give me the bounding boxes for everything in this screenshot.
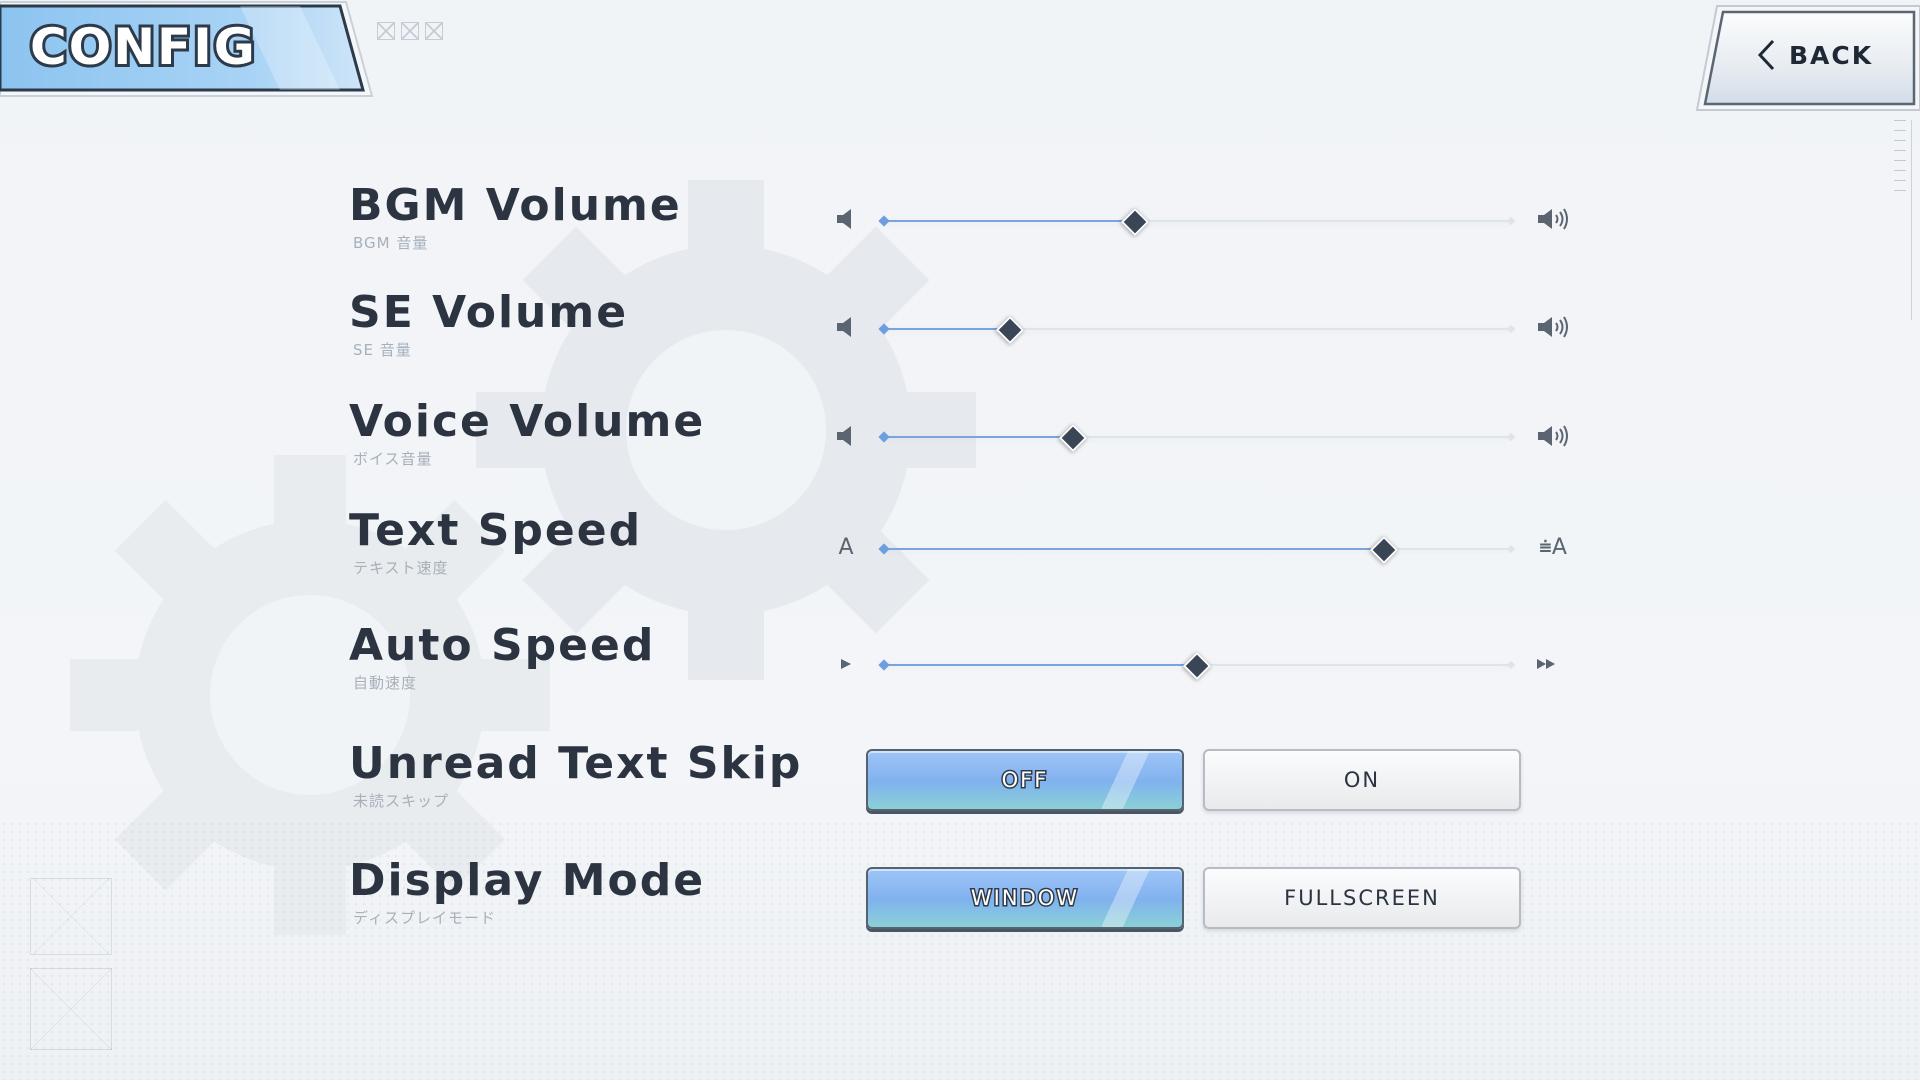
se-volume-slider[interactable] [878,314,1516,345]
se-volume-label: SE Volume SE 音量 [349,287,628,360]
display-mode-label: Display Mode ディスプレイモード [349,855,705,928]
setting-label: SE Volume [349,287,629,338]
ruler-deco [1894,120,1906,200]
setting-sublabel: SE 音量 [353,341,412,359]
slider-start-marker [878,659,890,671]
slider-start-marker [878,323,890,335]
setting-label: Display Mode [349,855,706,906]
chevron-left-icon [1757,39,1775,71]
slider-handle[interactable] [1182,651,1212,681]
toggle-label: ON [1343,768,1381,792]
slider-fill [884,548,1382,550]
speaker-loud-icon [1533,201,1573,237]
ruler-line-deco [1911,120,1912,320]
window-control-icon [425,22,443,40]
fullscreen-mode-button[interactable]: FULLSCREEN [1203,867,1521,929]
unread-skip-on-button[interactable]: ON [1203,749,1521,811]
slider-end-marker [1506,324,1516,334]
setting-sublabel: テキスト速度 [353,559,449,577]
auto-speed-label: Auto Speed 自動速度 [349,620,655,693]
bgm-volume-slider[interactable] [878,206,1516,237]
speaker-loud-icon [1533,418,1573,454]
back-button-label: BACK [1789,40,1874,70]
setting-label: Voice Volume [349,396,706,447]
setting-sublabel: 未読スキップ [353,792,450,810]
text-slow-icon: A [838,534,854,560]
setting-label: Unread Text Skip [349,738,803,789]
setting-sublabel: ボイス音量 [353,450,433,468]
setting-label: Text Speed [349,505,643,556]
back-button[interactable]: BACK [1695,4,1920,112]
toggle-label: WINDOW [969,885,1080,912]
setting-sublabel: BGM 音量 [353,234,429,252]
toggle-label: FULLSCREEN [1284,886,1440,910]
speaker-mute-icon [826,418,866,454]
slider-handle[interactable] [1369,535,1398,565]
background-frame-deco [30,968,112,1050]
window-control-icon [377,22,395,40]
setting-sublabel: ディスプレイモード [353,909,496,927]
background-dot-pattern [0,820,1920,1080]
slider-fill [884,664,1195,666]
text-speed-slider[interactable] [878,534,1516,565]
speaker-loud-icon [1533,309,1573,345]
setting-sublabel: 自動速度 [353,674,418,692]
slider-handle[interactable] [1058,423,1087,453]
slider-start-marker [878,431,890,443]
slider-start-marker [878,215,890,227]
back-button-content: BACK [1755,38,1873,72]
voice-volume-slider[interactable] [878,422,1516,453]
text-speed-label: Text Speed テキスト速度 [349,505,642,578]
config-title-tab: CONFIG [0,0,380,100]
setting-label: Auto Speed [349,620,656,671]
window-control-icon [401,22,419,40]
bgm-volume-label: BGM Volume BGM 音量 [349,180,682,253]
background-frame-deco [30,878,112,955]
slider-end-marker [1506,544,1516,554]
page-title: CONFIG [27,15,258,79]
toggle-label: OFF [1000,767,1049,794]
speaker-mute-icon [826,309,866,345]
slider-fill [884,436,1071,438]
setting-label: BGM Volume [349,180,682,231]
voice-volume-label: Voice Volume ボイス音量 [349,396,705,469]
slider-end-marker [1506,660,1516,670]
auto-speed-slider[interactable] [878,650,1516,681]
play-icon [826,646,866,682]
window-controls [377,22,443,40]
unread-text-skip-label: Unread Text Skip 未読スキップ [349,738,802,811]
fast-forward-icon [1527,646,1567,682]
slider-fill [884,220,1133,222]
unread-skip-off-button[interactable]: OFF [866,749,1184,811]
slider-end-marker [1506,432,1516,442]
slider-handle[interactable] [1120,207,1149,237]
slider-fill [884,328,1009,330]
slider-start-marker [878,543,890,555]
text-fast-icon: ⩧A [1539,534,1567,560]
window-mode-button[interactable]: WINDOW [866,867,1184,929]
slider-handle[interactable] [996,315,1025,345]
slider-end-marker [1506,216,1516,226]
speaker-mute-icon [826,201,866,237]
